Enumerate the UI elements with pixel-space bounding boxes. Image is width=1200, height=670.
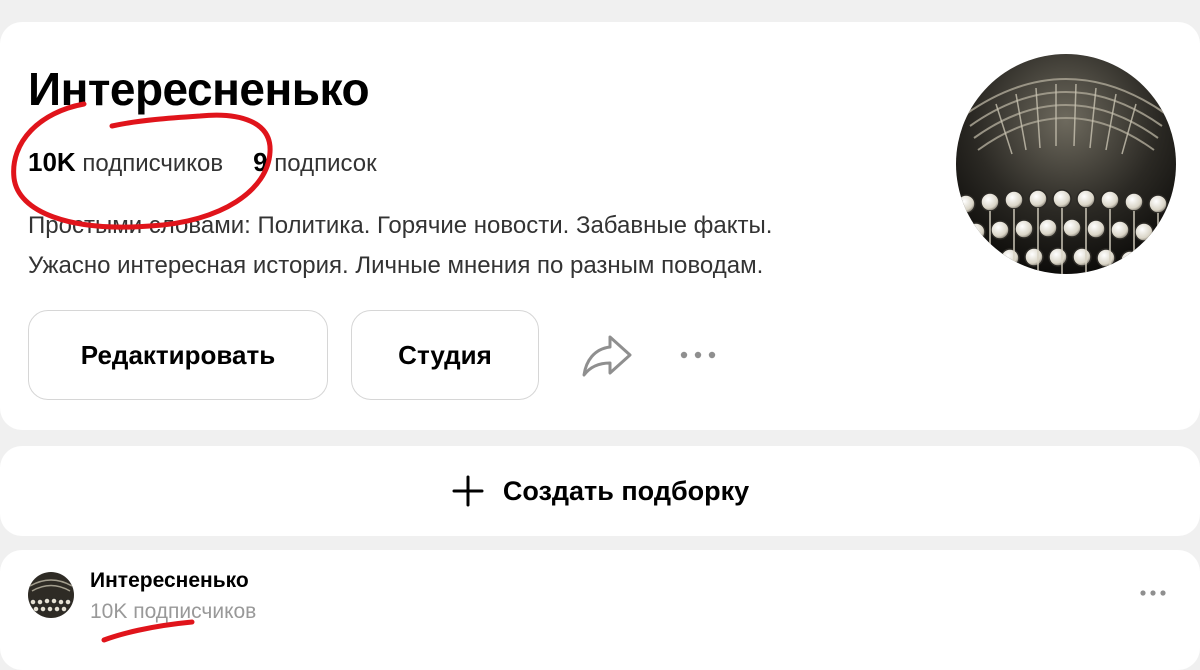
following-count: 9 xyxy=(253,147,268,177)
followers-count: 10K xyxy=(28,147,76,177)
post-author-subscribers: 10K подписчиков xyxy=(90,600,257,623)
following-stat[interactable]: 9 подписок xyxy=(253,147,377,177)
post-card: Интересненько 10K подписчиков xyxy=(0,550,1200,670)
channel-avatar xyxy=(956,54,1176,274)
post-author-name[interactable]: Интересненько xyxy=(90,568,249,594)
plus-icon xyxy=(452,475,484,507)
create-collection-label: Создать подборку xyxy=(502,475,750,506)
description-line-1: Простыми словами: Политика. Горячие ново… xyxy=(28,212,773,239)
post-author-avatar[interactable] xyxy=(28,572,74,618)
share-arrow-icon[interactable] xyxy=(580,331,634,379)
edit-button[interactable]: Редактировать xyxy=(28,310,328,400)
channel-stats: 10K подписчиков 9 подписок xyxy=(28,146,377,180)
channel-description: Простыми словами: Политика. Горячие ново… xyxy=(28,206,928,286)
more-dots-icon[interactable] xyxy=(1138,584,1168,602)
create-collection-card: Создать подборку xyxy=(0,446,1200,536)
followers-label: подписчиков xyxy=(82,150,224,177)
studio-button[interactable]: Студия xyxy=(351,310,539,400)
profile-card: Интересненько 10K подписчиков 9 подписок … xyxy=(0,22,1200,430)
followers-stat[interactable]: 10K подписчиков xyxy=(28,147,224,177)
following-label: подписок xyxy=(274,150,377,177)
channel-title: Интересненько xyxy=(28,63,370,115)
create-collection-button[interactable]: Создать подборку xyxy=(0,446,1200,536)
description-line-2: Ужасно интересная история. Личные мнения… xyxy=(28,252,764,279)
more-dots-icon[interactable] xyxy=(676,340,720,370)
